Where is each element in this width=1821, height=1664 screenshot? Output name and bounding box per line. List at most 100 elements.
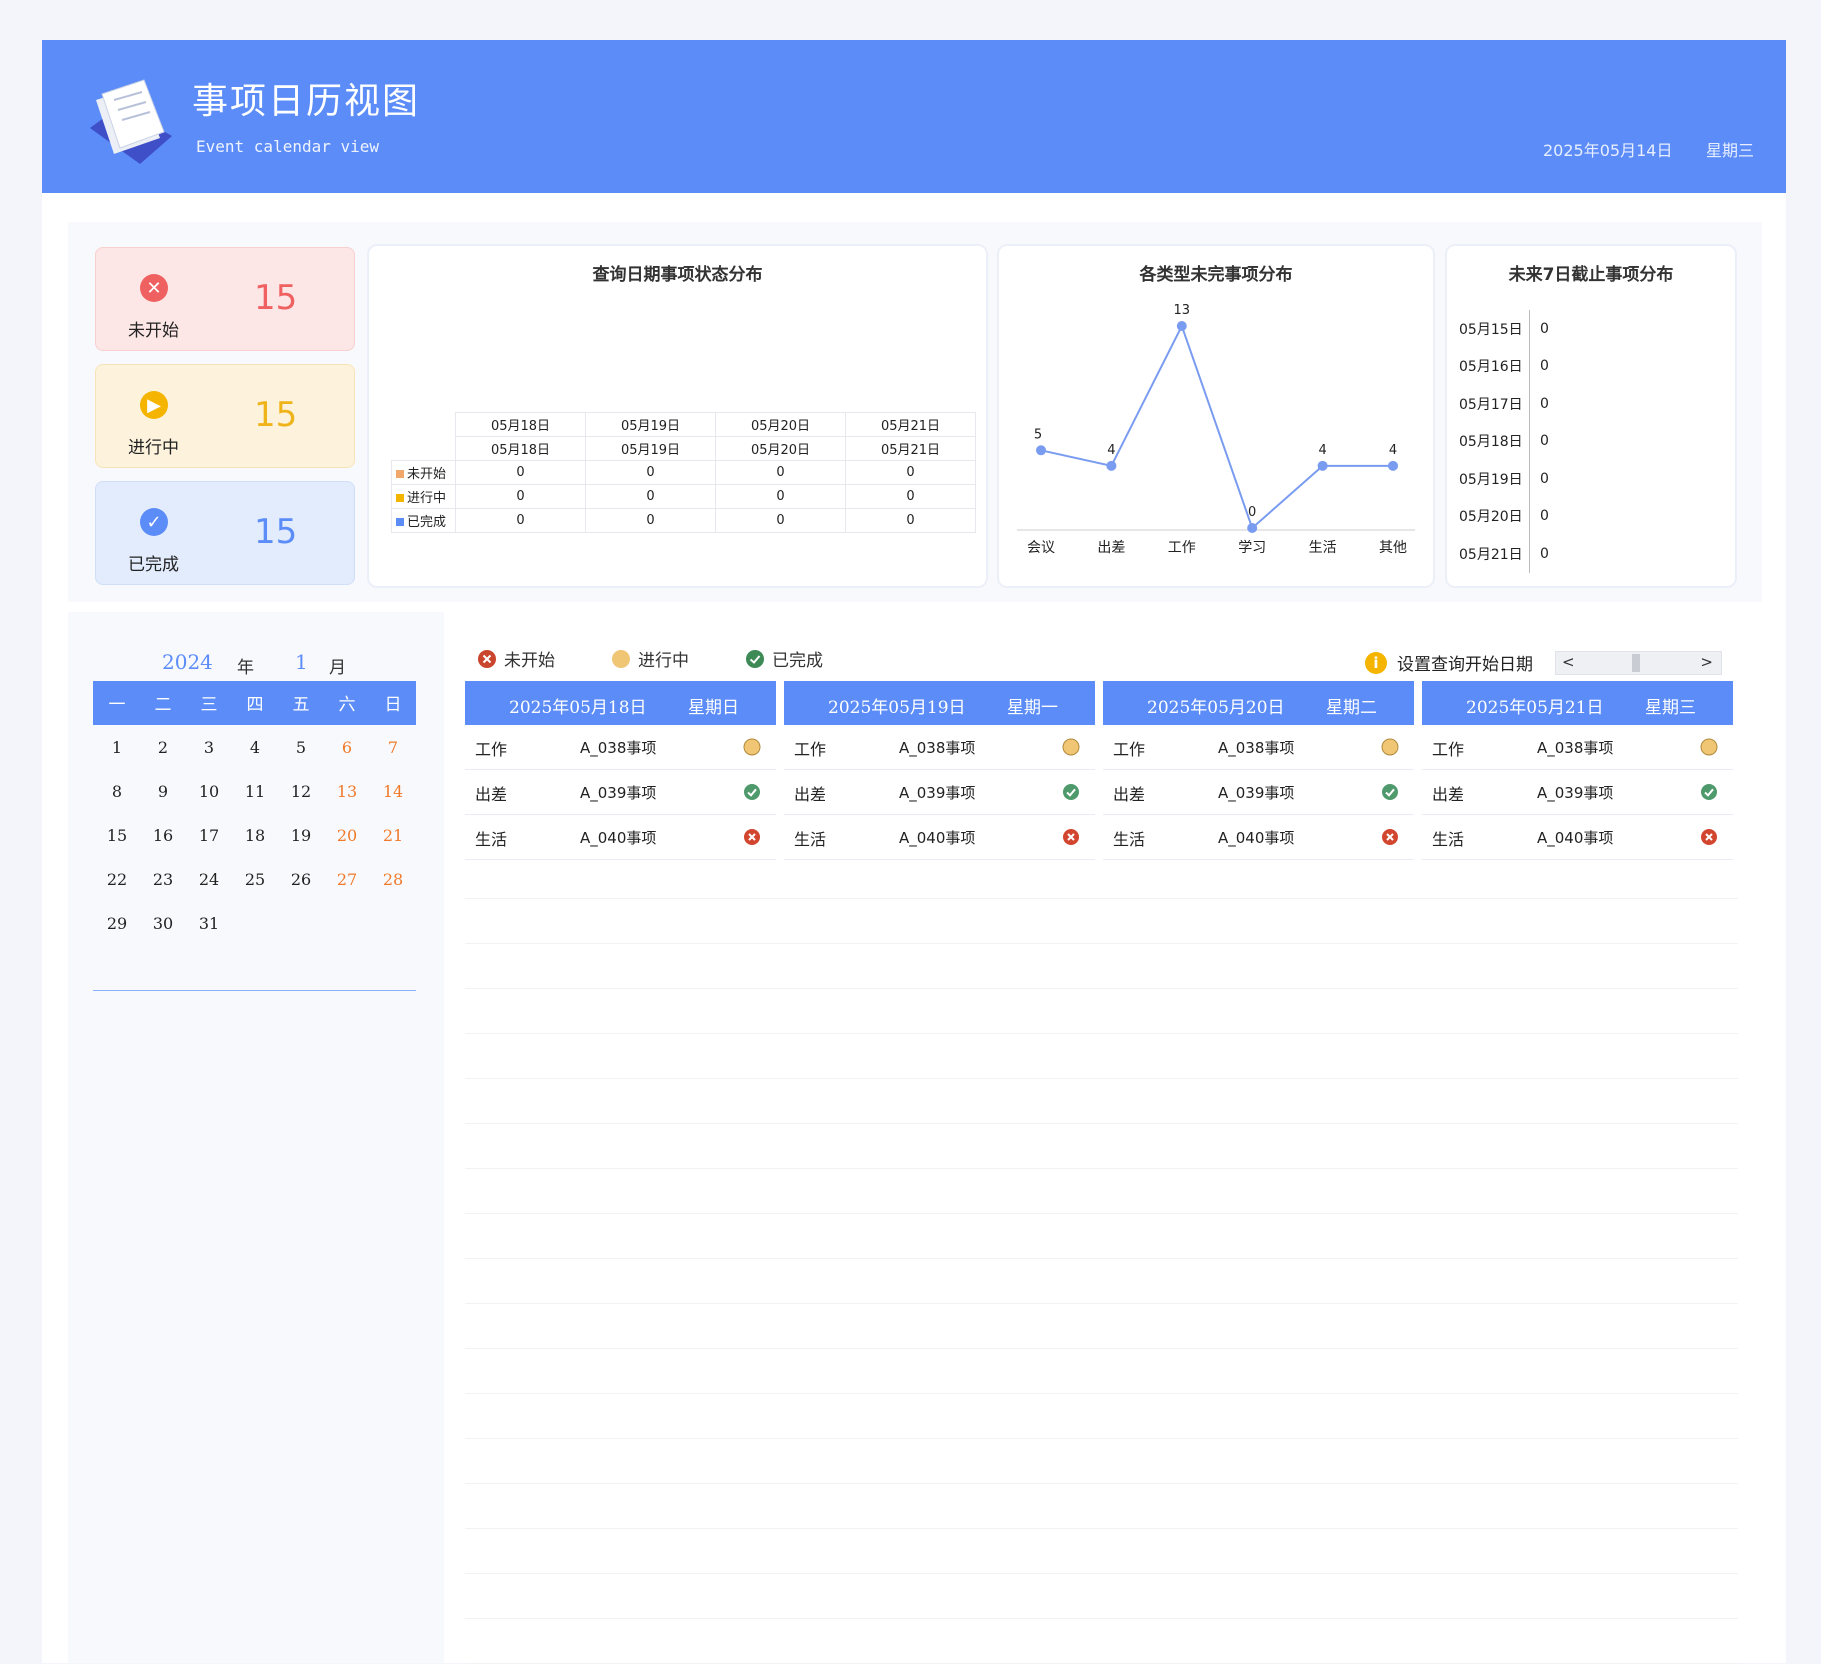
- calendar-year[interactable]: 2024: [162, 650, 213, 674]
- deadline-row: 05月18日 0: [1459, 422, 1549, 460]
- event-row[interactable]: 工作 A_038事项: [784, 725, 1095, 770]
- tick-label: 05月16日: [1459, 359, 1523, 376]
- event-category: 出差: [475, 785, 508, 804]
- legend-label: 已完成: [772, 651, 823, 671]
- event-category: 出差: [1113, 785, 1146, 804]
- calendar-day[interactable]: 17: [194, 826, 224, 845]
- calendar-day[interactable]: 14: [378, 782, 408, 801]
- calendar-day[interactable]: 26: [286, 870, 316, 889]
- calendar-day[interactable]: 22: [102, 870, 132, 889]
- event-row[interactable]: 生活 A_040事项: [1103, 815, 1414, 860]
- scroll-prev-button[interactable]: <: [1562, 653, 1575, 671]
- x-circle-icon: [1381, 828, 1399, 850]
- event-category: 生活: [794, 830, 827, 849]
- calendar-day[interactable]: 6: [332, 738, 362, 757]
- event-name: A_039事项: [1218, 784, 1295, 802]
- scroll-thumb[interactable]: [1632, 654, 1640, 672]
- data-label: 0: [1529, 422, 1549, 460]
- table-cell: 0: [585, 484, 716, 509]
- event-row[interactable]: 生活 A_040事项: [465, 815, 776, 860]
- series-name: 未开始: [407, 467, 447, 482]
- event-row[interactable]: 出差 A_039事项: [465, 770, 776, 815]
- day-column-weekday: 星期一: [1007, 698, 1058, 718]
- calendar-day[interactable]: 11: [240, 782, 270, 801]
- event-row[interactable]: 工作 A_038事项: [1103, 725, 1414, 770]
- day-column-header: 2025年05月18日 星期日: [465, 681, 776, 725]
- in-progress-dot-icon: [743, 738, 761, 760]
- calendar-day[interactable]: 5: [286, 738, 316, 757]
- data-label: 0: [1248, 505, 1256, 520]
- event-name: A_038事项: [1537, 739, 1614, 757]
- event-name: A_039事项: [899, 784, 976, 802]
- status-card-done: ✓ 已完成 15: [95, 481, 355, 585]
- day-column: 2025年05月20日 星期二 工作 A_038事项 出差 A_039事项 生活 A_040事…: [1103, 681, 1414, 860]
- calendar-day[interactable]: 2: [148, 738, 178, 757]
- calendar-day[interactable]: 28: [378, 870, 408, 889]
- calendar-day[interactable]: 25: [240, 870, 270, 889]
- calendar-month[interactable]: 1: [295, 650, 308, 674]
- calendar-day[interactable]: 9: [148, 782, 178, 801]
- status-card-label: 进行中: [128, 438, 179, 458]
- calendar-day[interactable]: 16: [148, 826, 178, 845]
- calendar-day[interactable]: 12: [286, 782, 316, 801]
- event-name: A_040事项: [1537, 829, 1614, 847]
- event-row[interactable]: 工作 A_038事项: [465, 725, 776, 770]
- calendar-day[interactable]: 19: [286, 826, 316, 845]
- event-row[interactable]: 生活 A_040事项: [784, 815, 1095, 860]
- calendar-day[interactable]: 10: [194, 782, 224, 801]
- table-row: 05月18日 05月19日 05月20日 05月21日: [392, 412, 976, 437]
- event-name: A_038事项: [899, 739, 976, 757]
- calendar-day[interactable]: 31: [194, 914, 224, 933]
- calendar-day[interactable]: 18: [240, 826, 270, 845]
- table-header-cell: 05月19日: [585, 412, 716, 437]
- calendar-day[interactable]: 29: [102, 914, 132, 933]
- calendar-weekday: 二: [154, 695, 172, 715]
- deadline-row: 05月15日 0: [1459, 310, 1549, 348]
- calendar-day[interactable]: 7: [378, 738, 408, 757]
- event-name: A_038事项: [1218, 739, 1295, 757]
- calendar-day[interactable]: 21: [378, 826, 408, 845]
- legend-swatch: [396, 494, 404, 502]
- event-row[interactable]: 出差 A_039事项: [1422, 770, 1733, 815]
- calendar-day[interactable]: 27: [332, 870, 362, 889]
- current-weekday: 星期三: [1706, 141, 1755, 160]
- day-column-date: 2025年05月18日: [509, 698, 647, 718]
- day-column: 2025年05月18日 星期日 工作 A_038事项出差 A_039事项生活 A_040事…: [465, 681, 776, 860]
- tick-label: 生活: [1309, 540, 1337, 556]
- event-row[interactable]: 出差 A_039事项: [1103, 770, 1414, 815]
- calendar-day[interactable]: 15: [102, 826, 132, 845]
- calendar-day[interactable]: 30: [148, 914, 178, 933]
- date-scrollbar[interactable]: < >: [1555, 651, 1722, 675]
- table-cell: 0: [845, 508, 976, 533]
- event-row[interactable]: 工作 A_038事项: [1422, 725, 1733, 770]
- tick-label: 05月15日: [1459, 321, 1523, 338]
- data-point: [1247, 523, 1258, 533]
- table-header-cell: 05月21日: [845, 412, 976, 437]
- event-name: A_040事项: [580, 829, 657, 847]
- deadline-list: 05月15日 0 05月16日 0 05月17日 0 05月18日 0 05月19日 0 …: [1459, 310, 1549, 573]
- tick-label: 工作: [1168, 540, 1196, 556]
- calendar-day[interactable]: 24: [194, 870, 224, 889]
- calendar-day[interactable]: 23: [148, 870, 178, 889]
- table-cell: 0: [715, 484, 846, 509]
- event-name: A_040事项: [1218, 829, 1295, 847]
- calendar-day[interactable]: 3: [194, 738, 224, 757]
- data-label: 0: [1529, 347, 1549, 385]
- data-point: [1176, 321, 1187, 331]
- calendar-day[interactable]: 4: [240, 738, 270, 757]
- calendar-day[interactable]: 20: [332, 826, 362, 845]
- event-name: A_039事项: [580, 784, 657, 802]
- event-row[interactable]: 生活 A_040事项: [1422, 815, 1733, 860]
- info-icon: i: [1365, 651, 1387, 674]
- x-circle-icon: ✕: [140, 274, 168, 302]
- calendar-day[interactable]: 8: [102, 782, 132, 801]
- calendar-day[interactable]: 13: [332, 782, 362, 801]
- scroll-next-button[interactable]: >: [1700, 653, 1713, 671]
- tick-label: 会议: [1027, 540, 1055, 556]
- data-label: 0: [1529, 310, 1549, 348]
- event-row[interactable]: 出差 A_039事项: [784, 770, 1095, 815]
- data-point: [1317, 460, 1328, 471]
- calendar-day[interactable]: 1: [102, 738, 132, 757]
- in-progress-dot-icon: [1381, 738, 1399, 760]
- calendar-weekday: 六: [338, 695, 356, 715]
